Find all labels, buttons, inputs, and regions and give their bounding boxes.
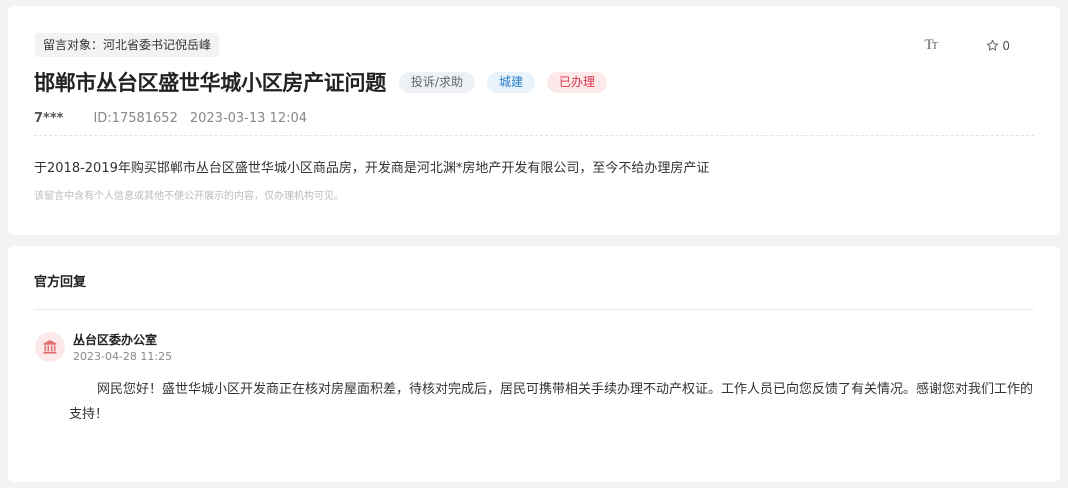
avatar — [35, 332, 65, 362]
page-title: 邯郸市丛台区盛世华城小区房产证问题 — [34, 71, 386, 95]
divider — [34, 135, 1034, 136]
message-tools: TT 0 — [924, 37, 1010, 54]
reply-card: 官方回复 丛台区委办公室 2023-04-28 11:25 网民您好！盛世华城小… — [8, 246, 1060, 482]
star-count: 0 — [1002, 38, 1010, 53]
favorite-button[interactable]: 0 — [986, 39, 1010, 53]
message-id: ID:17581652 — [93, 111, 178, 126]
privacy-note: 该留言中含有个人信息或其他不便公开展示的内容，仅办理机构可见。 — [34, 191, 344, 202]
type-tag: 投诉/求助 — [398, 71, 475, 93]
divider — [34, 309, 1034, 310]
reply-text: 网民您好！盛世华城小区开发商正在核对房屋面积差，待核对完成后，居民可携带相关手续… — [69, 382, 1034, 422]
font-size-icon[interactable]: TT — [924, 37, 938, 54]
message-card: 留言对象：河北省委书记倪岳峰 TT 0 邯郸市丛台区盛世华城小区房产证问题 投诉… — [8, 6, 1060, 235]
message-meta: 7*** ID:17581652 2023-03-13 12:04 — [34, 111, 307, 126]
status-badge: 已办理 — [546, 71, 607, 93]
reply-datetime: 2023-04-28 11:25 — [73, 350, 173, 363]
message-datetime: 2023-03-13 12:04 — [189, 111, 308, 126]
star-icon — [987, 39, 999, 51]
category-tag: 城建 — [486, 71, 535, 93]
author-name: 7*** — [34, 111, 64, 126]
message-target: 留言对象：河北省委书记倪岳峰 — [35, 33, 220, 57]
reply-header: 官方回复 — [34, 275, 87, 290]
title-row: 邯郸市丛台区盛世华城小区房产证问题 投诉/求助 城建 已办理 — [34, 67, 607, 97]
message-content: 于2018-2019年购买邯郸市丛台区盛世华城小区商品房，开发商是河北渊*房地产… — [34, 161, 710, 176]
reply-department: 丛台区委办公室 — [73, 333, 158, 347]
government-building-icon — [43, 340, 57, 354]
